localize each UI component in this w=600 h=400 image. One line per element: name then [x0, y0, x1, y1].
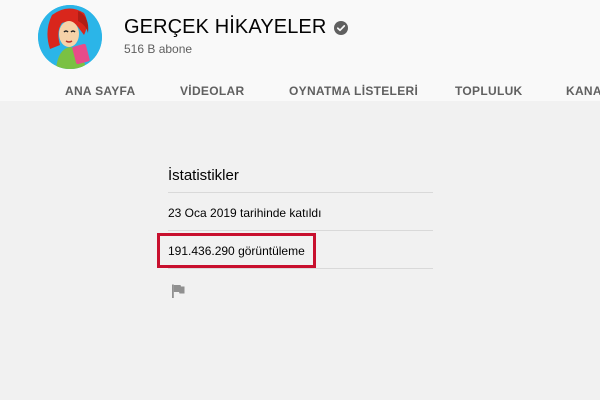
- tab-playlists[interactable]: OYNATMA LİSTELERİ: [289, 84, 418, 98]
- channel-avatar[interactable]: [38, 5, 102, 69]
- subscriber-count: 516 B abone: [124, 42, 193, 56]
- joined-date: 23 Oca 2019 tarihinde katıldı: [168, 193, 433, 231]
- channel-title: GERÇEK HİKAYELER: [124, 16, 349, 39]
- avatar-illustration: [38, 5, 102, 69]
- tab-videos[interactable]: VİDEOLAR: [180, 84, 244, 98]
- verified-check-icon: [334, 20, 349, 35]
- tab-channels[interactable]: KANAL: [566, 84, 600, 98]
- tab-community[interactable]: TOPLULUK: [455, 84, 523, 98]
- channel-header: GERÇEK HİKAYELER 516 B abone ANA SAYFA V…: [0, 0, 600, 101]
- highlight-box: [157, 233, 316, 268]
- flag-icon[interactable]: [171, 284, 185, 298]
- stats-title: İstatistikler: [168, 150, 433, 193]
- channel-tabs: ANA SAYFA VİDEOLAR OYNATMA LİSTELERİ TOP…: [0, 80, 600, 101]
- tab-home[interactable]: ANA SAYFA: [65, 84, 136, 98]
- channel-name: GERÇEK HİKAYELER: [124, 16, 327, 38]
